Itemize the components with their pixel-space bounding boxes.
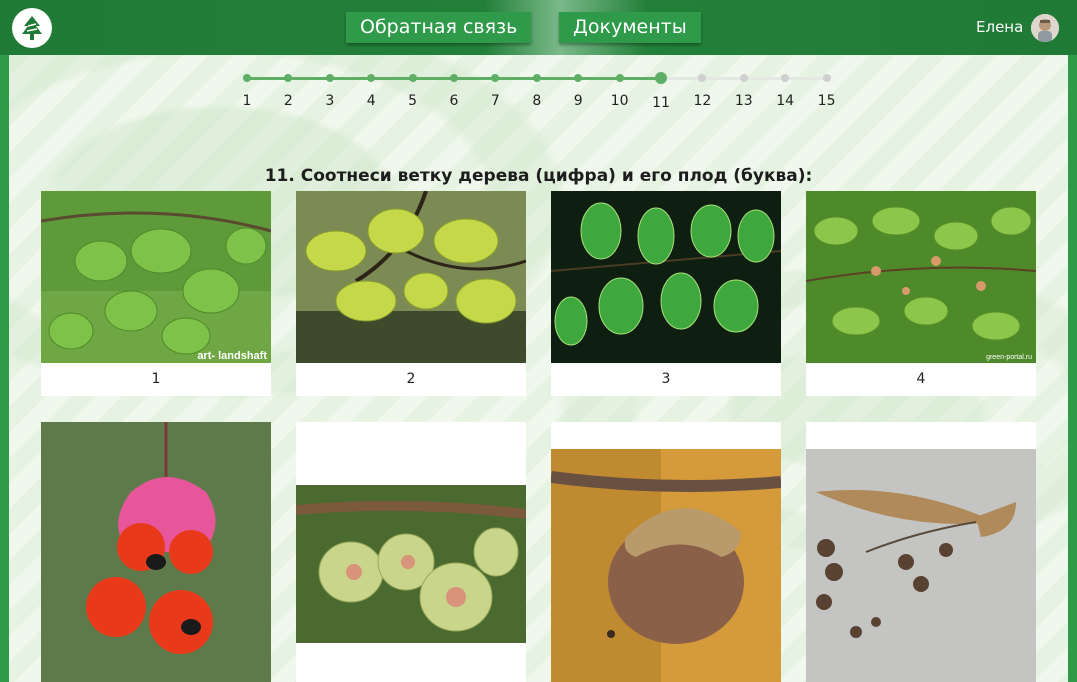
- branch-image-1: art- landshaft: [41, 191, 271, 363]
- stepper-dot-6[interactable]: [450, 74, 458, 82]
- documents-button[interactable]: Документы: [559, 12, 701, 43]
- branch-label-2: 2: [406, 371, 416, 387]
- stepper-step-11[interactable]: 11: [646, 95, 676, 111]
- stepper-step-10[interactable]: 10: [605, 93, 635, 109]
- stepper-dot-13[interactable]: [739, 74, 748, 82]
- stepper-step-3[interactable]: 3: [315, 93, 345, 109]
- stepper-step-6[interactable]: 6: [439, 93, 469, 109]
- stepper-step-4[interactable]: 4: [356, 93, 386, 109]
- stepper-step-13[interactable]: 13: [729, 93, 759, 109]
- stepper-step-15[interactable]: 15: [812, 93, 842, 109]
- euonymus-fruit-image: [41, 422, 271, 682]
- watermark-text: art- landshaft: [197, 350, 267, 362]
- branch-card-4[interactable]: green-portal.ru 4: [806, 191, 1036, 396]
- branch-card-3[interactable]: 3: [551, 191, 781, 396]
- question-title: 11. Соотнеси ветку дерева (цифра) и его …: [264, 166, 813, 186]
- stepper-step-5[interactable]: 5: [398, 93, 428, 109]
- watermark-text: green-portal.ru: [986, 354, 1032, 361]
- stepper-dot-3[interactable]: [325, 74, 334, 82]
- stepper-step-12[interactable]: 12: [687, 93, 717, 109]
- top-bar: Обратная связь Документы Елена: [0, 0, 1077, 55]
- stepper-dot-15[interactable]: [822, 74, 831, 82]
- branch-card-2[interactable]: 2: [296, 191, 526, 396]
- user-name[interactable]: Елена: [976, 18, 1023, 36]
- branch-card-1[interactable]: art- landshaft 1: [41, 191, 271, 396]
- branch-image-4: green-portal.ru: [806, 191, 1036, 363]
- branch-label-4: 4: [916, 371, 926, 387]
- stepper-step-14[interactable]: 14: [770, 93, 800, 109]
- user-avatar[interactable]: [1031, 14, 1059, 42]
- fruit-card-4[interactable]: [806, 422, 1036, 682]
- stepper-dot-8[interactable]: [532, 74, 541, 82]
- stepper-step-8[interactable]: 8: [522, 93, 552, 109]
- branch-image-2: [296, 191, 526, 363]
- stepper-step-9[interactable]: 9: [563, 93, 593, 109]
- fruit-card-3[interactable]: [551, 422, 781, 682]
- stepper-dot-5[interactable]: [408, 74, 417, 82]
- branch-label-3: 3: [661, 371, 671, 387]
- elm-samara-fruit-image: [296, 422, 526, 682]
- branch-label-1: 1: [151, 371, 161, 387]
- tree-logo-icon[interactable]: [12, 8, 52, 48]
- feedback-button[interactable]: Обратная связь: [346, 12, 532, 43]
- stepper-step-2[interactable]: 2: [273, 93, 303, 109]
- stepper-dot-1[interactable]: [243, 74, 251, 82]
- stepper-dot-10[interactable]: [615, 74, 624, 82]
- stepper-step-7[interactable]: 7: [480, 93, 510, 109]
- stepper-dot-11[interactable]: [655, 72, 667, 84]
- fruit-card-1[interactable]: [41, 422, 271, 682]
- linden-fruit-image: [806, 422, 1036, 682]
- fruit-card-2[interactable]: [296, 422, 526, 682]
- branch-image-3: [551, 191, 781, 363]
- acorn-fruit-image: [551, 422, 781, 682]
- stepper-step-1[interactable]: 1: [232, 93, 262, 109]
